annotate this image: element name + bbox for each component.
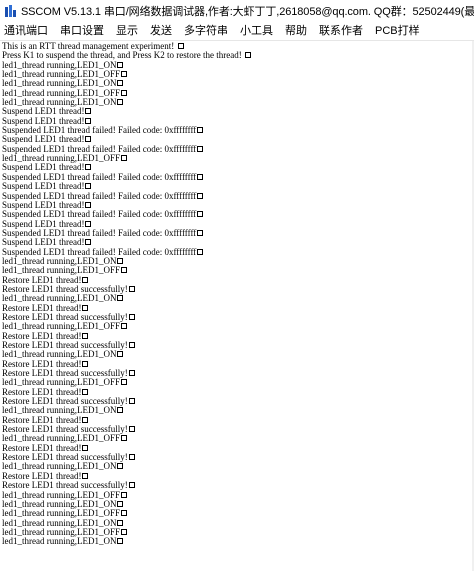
unprintable-char-box-icon [117, 500, 124, 507]
unprintable-char-box-icon [120, 155, 127, 162]
unprintable-char-box-icon [85, 164, 92, 171]
unprintable-char-box-icon [128, 426, 135, 433]
unprintable-char-box-icon [128, 454, 135, 461]
terminal-log: This is an RTT thread management experim… [2, 41, 474, 547]
unprintable-char-box-icon [85, 220, 92, 227]
unprintable-char-box-icon [117, 351, 124, 358]
unprintable-char-box-icon [85, 117, 92, 124]
menu-item-pcb-print[interactable]: PCB打样 [369, 21, 426, 41]
unprintable-char-box-icon [197, 192, 204, 199]
unprintable-char-box-icon [117, 463, 124, 470]
menu-item-multi-string[interactable]: 多字符串 [178, 21, 234, 41]
unprintable-char-box-icon [117, 519, 124, 526]
unprintable-char-box-icon [120, 510, 127, 517]
unprintable-char-box-icon [82, 472, 89, 479]
unprintable-char-box-icon [120, 89, 127, 96]
menu-item-display[interactable]: 显示 [110, 21, 144, 41]
terminal-line: led1_thread running,LED1_ON [2, 537, 474, 546]
unprintable-char-box-icon [82, 304, 89, 311]
unprintable-char-box-icon [197, 229, 204, 236]
unprintable-char-box-icon [82, 388, 89, 395]
unprintable-char-box-icon [85, 136, 92, 143]
unprintable-char-box-icon [82, 276, 89, 283]
menu-item-help[interactable]: 帮助 [279, 21, 313, 41]
window-title: SSCOM V5.13.1 串口/网络数据调试器,作者:大虾丁丁,2618058… [20, 5, 474, 18]
unprintable-char-box-icon [82, 444, 89, 451]
unprintable-char-box-icon [128, 342, 135, 348]
unprintable-char-box-icon [120, 491, 127, 498]
menu-item-send[interactable]: 发送 [144, 21, 178, 41]
unprintable-char-box-icon [117, 80, 124, 87]
unprintable-char-box-icon [120, 323, 127, 330]
unprintable-char-box-icon [117, 407, 124, 414]
unprintable-char-box-icon [117, 257, 124, 264]
unprintable-char-box-icon [117, 61, 124, 68]
unprintable-char-box-icon [120, 528, 127, 535]
unprintable-char-box-icon [117, 295, 124, 302]
sscom-app-icon [4, 4, 17, 18]
unprintable-char-box-icon [120, 71, 127, 78]
unprintable-char-box-icon [128, 482, 135, 489]
unprintable-char-box-icon [197, 248, 204, 255]
unprintable-char-box-icon [128, 398, 135, 405]
unprintable-char-box-icon [197, 145, 204, 152]
unprintable-char-box-icon [120, 267, 127, 274]
unprintable-char-box-icon [197, 211, 204, 218]
unprintable-char-box-icon [82, 416, 89, 423]
receive-terminal[interactable]: This is an RTT thread management experim… [0, 41, 474, 571]
menu-item-tools[interactable]: 小工具 [234, 21, 279, 41]
unprintable-char-box-icon [128, 370, 135, 377]
unprintable-char-box-icon [117, 538, 124, 545]
menu-item-comm-port[interactable]: 通讯端口 [0, 21, 54, 41]
unprintable-char-box-icon [117, 99, 124, 106]
unprintable-char-box-icon [120, 435, 127, 442]
unprintable-char-box-icon [85, 108, 92, 115]
unprintable-char-box-icon [128, 313, 135, 320]
unprintable-char-box-icon [197, 127, 204, 134]
unprintable-char-box-icon [85, 239, 92, 246]
terminal-line-text: led1_thread running,LED1_ON [2, 536, 117, 547]
unprintable-char-box-icon [244, 52, 251, 59]
unprintable-char-box-icon [82, 332, 89, 339]
title-bar[interactable]: SSCOM V5.13.1 串口/网络数据调试器,作者:大虾丁丁,2618058… [0, 0, 474, 21]
unprintable-char-box-icon [85, 201, 92, 208]
unprintable-char-box-icon [128, 285, 135, 292]
unprintable-char-box-icon [82, 360, 89, 367]
unprintable-char-box-icon [197, 173, 204, 180]
menu-item-contact-author[interactable]: 联系作者 [313, 21, 369, 41]
menu-bar: 通讯端口 串口设置 显示 发送 多字符串 小工具 帮助 联系作者 PCB打样 [0, 21, 474, 41]
unprintable-char-box-icon [177, 43, 184, 49]
unprintable-char-box-icon [120, 379, 127, 386]
menu-item-serial-settings[interactable]: 串口设置 [54, 21, 110, 41]
unprintable-char-box-icon [85, 183, 92, 190]
